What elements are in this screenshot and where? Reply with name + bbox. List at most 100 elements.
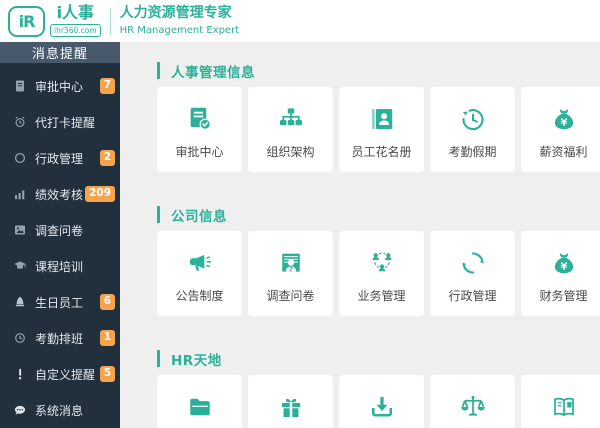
card-announcements[interactable]: 公告制度: [157, 231, 242, 316]
section-title-hr-management: 人事管理信息: [157, 62, 600, 81]
card-survey[interactable]: ? 调查问卷: [248, 231, 333, 316]
sync-circle-icon: [461, 252, 484, 274]
badge-count: 2: [99, 150, 115, 166]
svg-text:¥: ¥: [560, 117, 567, 128]
sidebar-item-approval-center[interactable]: 审批中心 7: [0, 68, 120, 104]
sidebar-item-label: 生日员工: [35, 295, 84, 310]
open-book-icon: [553, 397, 574, 417]
graduation-cap-icon: [13, 259, 27, 273]
sidebar-item-training[interactable]: 课程培训: [0, 248, 120, 284]
org-chart-icon: [279, 108, 302, 126]
brand-name: i人事: [56, 2, 95, 22]
badge-count: 209: [85, 186, 115, 202]
money-bag-icon: ¥: [554, 253, 573, 274]
section-title-text: 人事管理信息: [171, 64, 255, 81]
brand-tagline: 人力资源管理专家 HR Management Expert: [119, 5, 240, 36]
svg-text:?: ?: [289, 265, 293, 273]
brand-logo-text: i人事 ihr360.com: [50, 2, 101, 38]
header-divider: [109, 7, 111, 35]
badge-count: 5: [99, 366, 115, 382]
section-title-hr-world: HR天地: [157, 350, 600, 369]
card-hr-world-download[interactable]: [339, 375, 424, 428]
card-label: 业务管理: [357, 289, 406, 303]
title-accent-bar: [157, 62, 160, 79]
folder-icon: [189, 398, 210, 416]
app-header: iR i人事 ihr360.com 人力资源管理专家 HR Management…: [0, 0, 600, 42]
roster-book-icon: [371, 109, 392, 129]
money-bag-icon: ¥: [554, 109, 573, 130]
sidebar-item-admin-management[interactable]: 行政管理 2: [0, 140, 120, 176]
brand-domain: ihr360.com: [50, 23, 101, 38]
sidebar-item-punch-reminder[interactable]: 代打卡提醒: [0, 104, 120, 140]
card-approval-center[interactable]: 审批中心: [157, 87, 242, 172]
card-label: 行政管理: [448, 289, 497, 303]
scales-icon: [460, 396, 485, 416]
card-label: 审批中心: [175, 145, 224, 159]
bar-chart-icon: [13, 187, 27, 201]
card-hr-world-folder[interactable]: [157, 375, 242, 428]
section-title-company-info: 公司信息: [157, 206, 600, 225]
download-icon: [371, 397, 392, 417]
main-content: 人事管理信息 审批中心 组织架构 员工花名册 考勤假期 ¥ 薪资福利 公司信息 …: [120, 42, 600, 428]
card-row-company-info: 公告制度 ? 调查问卷 业务管理 行政管理 ¥ 财务管理: [157, 231, 600, 316]
sidebar-item-label: 调查问卷: [35, 223, 84, 238]
sidebar-item-birthdays[interactable]: 生日员工 6: [0, 284, 120, 320]
tagline-english: HR Management Expert: [119, 24, 240, 36]
sidebar-item-performance-review[interactable]: 绩效考核 209: [0, 176, 120, 212]
document-check-icon: [190, 107, 211, 130]
history-clock-icon: [461, 109, 484, 131]
title-accent-bar: [157, 206, 160, 223]
card-hr-world-gift[interactable]: [248, 375, 333, 428]
sidebar-nav: 审批中心 7 代打卡提醒 行政管理 2 绩效考核 209 调查问卷 课程培训 生…: [0, 63, 120, 428]
sidebar-item-label: 课程培训: [35, 259, 84, 274]
svg-text:¥: ¥: [560, 261, 567, 272]
people-network-icon: [372, 252, 391, 272]
section-title-text: 公司信息: [171, 208, 227, 225]
sidebar-item-label: 绩效考核: [35, 187, 84, 202]
clock-icon: [13, 331, 27, 345]
card-label: 薪资福利: [539, 145, 588, 159]
sidebar-item-label: 自定义提醒: [35, 367, 96, 382]
brand-logo-icon: iR: [8, 5, 45, 37]
card-attendance-leave[interactable]: 考勤假期: [430, 87, 515, 172]
card-label: 调查问卷: [266, 289, 315, 303]
card-business-management[interactable]: 业务管理: [339, 231, 424, 316]
card-label: 考勤假期: [448, 145, 497, 159]
section-title-text: HR天地: [171, 352, 222, 369]
notification-sidebar: 消息提醒 审批中心 7 代打卡提醒 行政管理 2 绩效考核 209 调查问卷 课…: [0, 42, 120, 428]
alarm-clock-icon: [13, 115, 27, 129]
badge-count: 1: [99, 330, 115, 346]
sidebar-item-label: 系统消息: [35, 403, 84, 418]
megaphone-icon: [189, 254, 211, 271]
gift-icon: [281, 398, 300, 417]
birthday-icon: [13, 295, 27, 309]
exclamation-icon: [13, 367, 27, 381]
card-hr-world-handbook[interactable]: [521, 375, 600, 428]
picture-icon: [13, 223, 27, 237]
card-hr-world-legal[interactable]: [430, 375, 515, 428]
sidebar-item-survey[interactable]: 调查问卷: [0, 212, 120, 248]
card-label: 员工花名册: [351, 145, 412, 159]
sidebar-item-label: 审批中心: [35, 79, 84, 94]
sidebar-item-system-messages[interactable]: 系统消息: [0, 392, 120, 428]
card-employee-roster[interactable]: 员工花名册: [339, 87, 424, 172]
badge-count: 6: [99, 294, 115, 310]
card-label: 组织架构: [266, 145, 315, 159]
document-icon: [13, 79, 27, 93]
tagline-chinese: 人力资源管理专家: [119, 5, 232, 22]
card-row-hr-management: 审批中心 组织架构 员工花名册 考勤假期 ¥ 薪资福利: [157, 87, 600, 172]
card-label: 公告制度: [175, 289, 224, 303]
badge-count: 7: [99, 78, 115, 94]
card-finance-management[interactable]: ¥ 财务管理: [521, 231, 600, 316]
survey-person-icon: ?: [281, 253, 300, 273]
sidebar-item-custom-reminder[interactable]: 自定义提醒 5: [0, 356, 120, 392]
title-accent-bar: [157, 350, 160, 367]
sidebar-item-shift-schedule[interactable]: 考勤排班 1: [0, 320, 120, 356]
card-label: 财务管理: [539, 289, 588, 303]
card-org-structure[interactable]: 组织架构: [248, 87, 333, 172]
chat-bubble-icon: [13, 403, 27, 417]
sidebar-item-label: 考勤排班: [35, 331, 84, 346]
sidebar-header: 消息提醒: [0, 42, 120, 63]
card-admin-management[interactable]: 行政管理: [430, 231, 515, 316]
card-salary-benefits[interactable]: ¥ 薪资福利: [521, 87, 600, 172]
